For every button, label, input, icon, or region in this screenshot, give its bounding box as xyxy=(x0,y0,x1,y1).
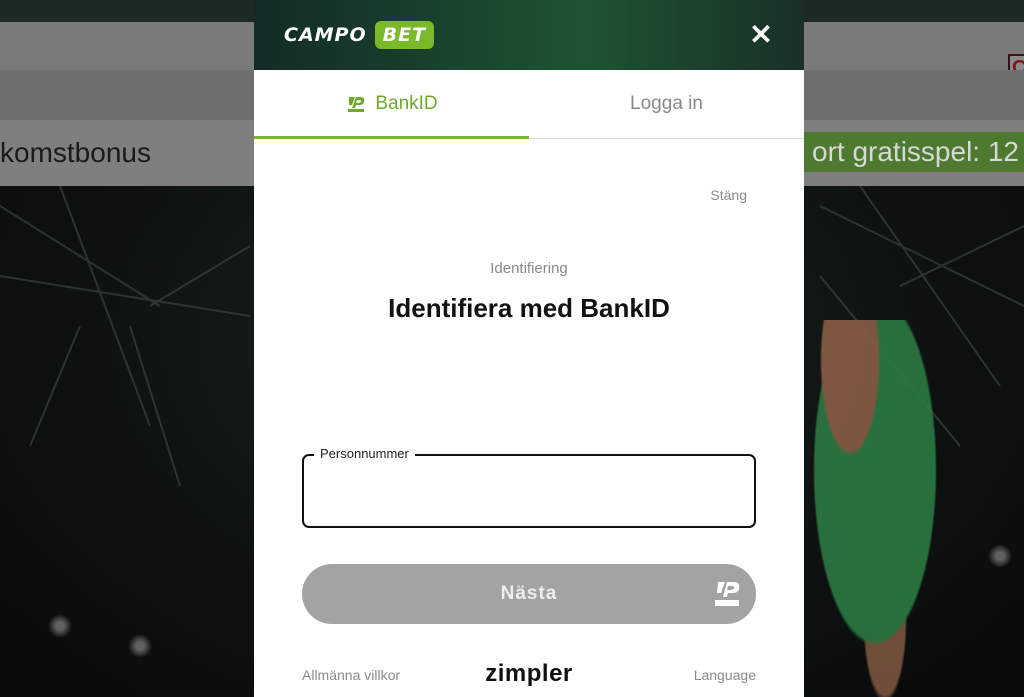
language-link[interactable]: Language xyxy=(694,667,756,683)
next-button[interactable]: Nästa xyxy=(302,564,756,624)
background-player-image xyxy=(805,320,955,697)
identification-title: Identifiera med BankID xyxy=(388,293,670,323)
close-link[interactable]: Stäng xyxy=(710,187,747,203)
tab-bankid[interactable]: BankID xyxy=(254,70,529,139)
bankid-icon xyxy=(348,97,365,112)
identification-subtitle: Identifiering xyxy=(490,260,568,277)
logo-campo-text: CAMPO xyxy=(284,24,367,46)
modal-header: CAMPO BET ✕ xyxy=(254,0,804,70)
personnummer-field: Personnummer xyxy=(302,446,756,528)
next-button-label: Nästa xyxy=(500,583,558,604)
login-tabs: BankID Logga in xyxy=(254,70,804,139)
tab-logga-in[interactable]: Logga in xyxy=(529,70,804,138)
personnummer-label: Personnummer xyxy=(314,446,415,461)
tab-logga-in-label: Logga in xyxy=(630,93,703,114)
background-banner-left-text: komstbonus xyxy=(0,137,151,168)
background-banner-right-text: ort gratisspel: 12 xyxy=(804,132,1024,172)
logo-bet-badge: BET xyxy=(374,21,435,49)
campobet-logo: CAMPO BET xyxy=(284,18,435,52)
personnummer-input[interactable] xyxy=(318,476,742,508)
tab-bankid-label: BankID xyxy=(375,93,438,114)
bankid-icon xyxy=(715,582,740,606)
close-icon[interactable]: ✕ xyxy=(748,18,774,52)
login-modal: CAMPO BET ✕ BankID Logga in Stäng Identi… xyxy=(254,0,804,697)
